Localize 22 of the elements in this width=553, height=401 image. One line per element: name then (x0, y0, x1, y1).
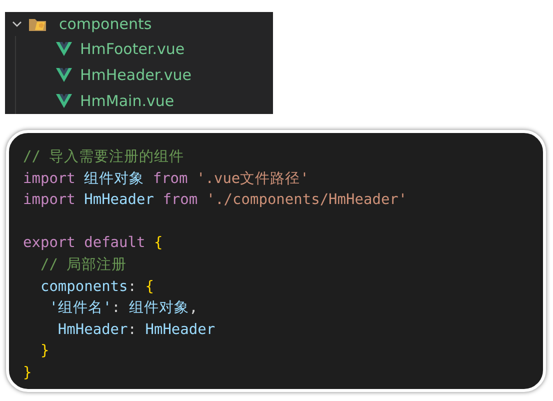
v-logo-icon (56, 94, 72, 108)
code-line: export default { (23, 234, 163, 254)
file-row[interactable]: HmHeader.vue (15, 62, 273, 88)
folder-row[interactable]: components (5, 12, 273, 36)
code-line: import HmHeader from './components/HmHeader' (23, 191, 408, 210)
code-line: components: { (39, 278, 154, 297)
v-logo-icon (56, 68, 72, 82)
file-name: HmHeader.vue (80, 64, 192, 86)
file-row[interactable]: HmMain.vue (15, 88, 273, 114)
code-line: } (23, 364, 32, 383)
file-row[interactable]: HmFooter.vue (15, 36, 273, 62)
v-logo-icon (56, 42, 72, 56)
folder-icon (28, 16, 48, 32)
code-line: } (39, 342, 50, 362)
file-name: HmMain.vue (80, 90, 174, 112)
folder-name: components (59, 14, 152, 35)
code-line: // 导入需要注册的组件 (23, 148, 184, 167)
code-line: import 组件对象 from '.vue文件路径' (23, 170, 309, 189)
code-line: HmHeader: HmHeader (56, 320, 216, 340)
code-line: '组件名': 组件对象, (48, 299, 198, 318)
file-name: HmFooter.vue (80, 38, 185, 60)
code-line: // 局部注册 (39, 256, 127, 275)
